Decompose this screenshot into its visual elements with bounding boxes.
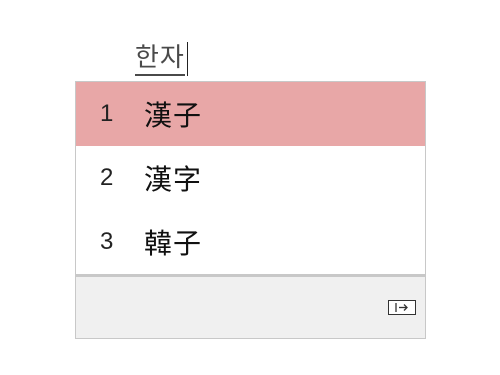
candidate-text: 漢子 [144,99,203,132]
candidate-text: 韓子 [144,227,203,260]
candidate-footer [76,277,425,338]
candidate-item-2[interactable]: 2 漢字 [76,146,425,210]
ime-stage: 한자 1 漢子 2 漢字 3 韓子 [0,0,500,375]
candidate-number: 2 [100,164,114,191]
candidate-list: 1 漢子 2 漢字 3 韓子 [76,82,425,274]
candidate-number: 3 [100,228,114,255]
candidate-item-3[interactable]: 3 韓子 [76,210,425,274]
composition-area: 한자 [135,40,188,76]
expand-arrow-icon [395,303,408,312]
text-caret [186,42,188,76]
candidate-item-1[interactable]: 1 漢子 [76,82,425,146]
composition-text: 한자 [135,43,185,76]
candidate-number: 1 [100,100,114,127]
expand-candidates-button[interactable] [388,300,416,315]
candidate-window: 1 漢子 2 漢字 3 韓子 [75,81,426,339]
candidate-text: 漢字 [144,163,203,196]
